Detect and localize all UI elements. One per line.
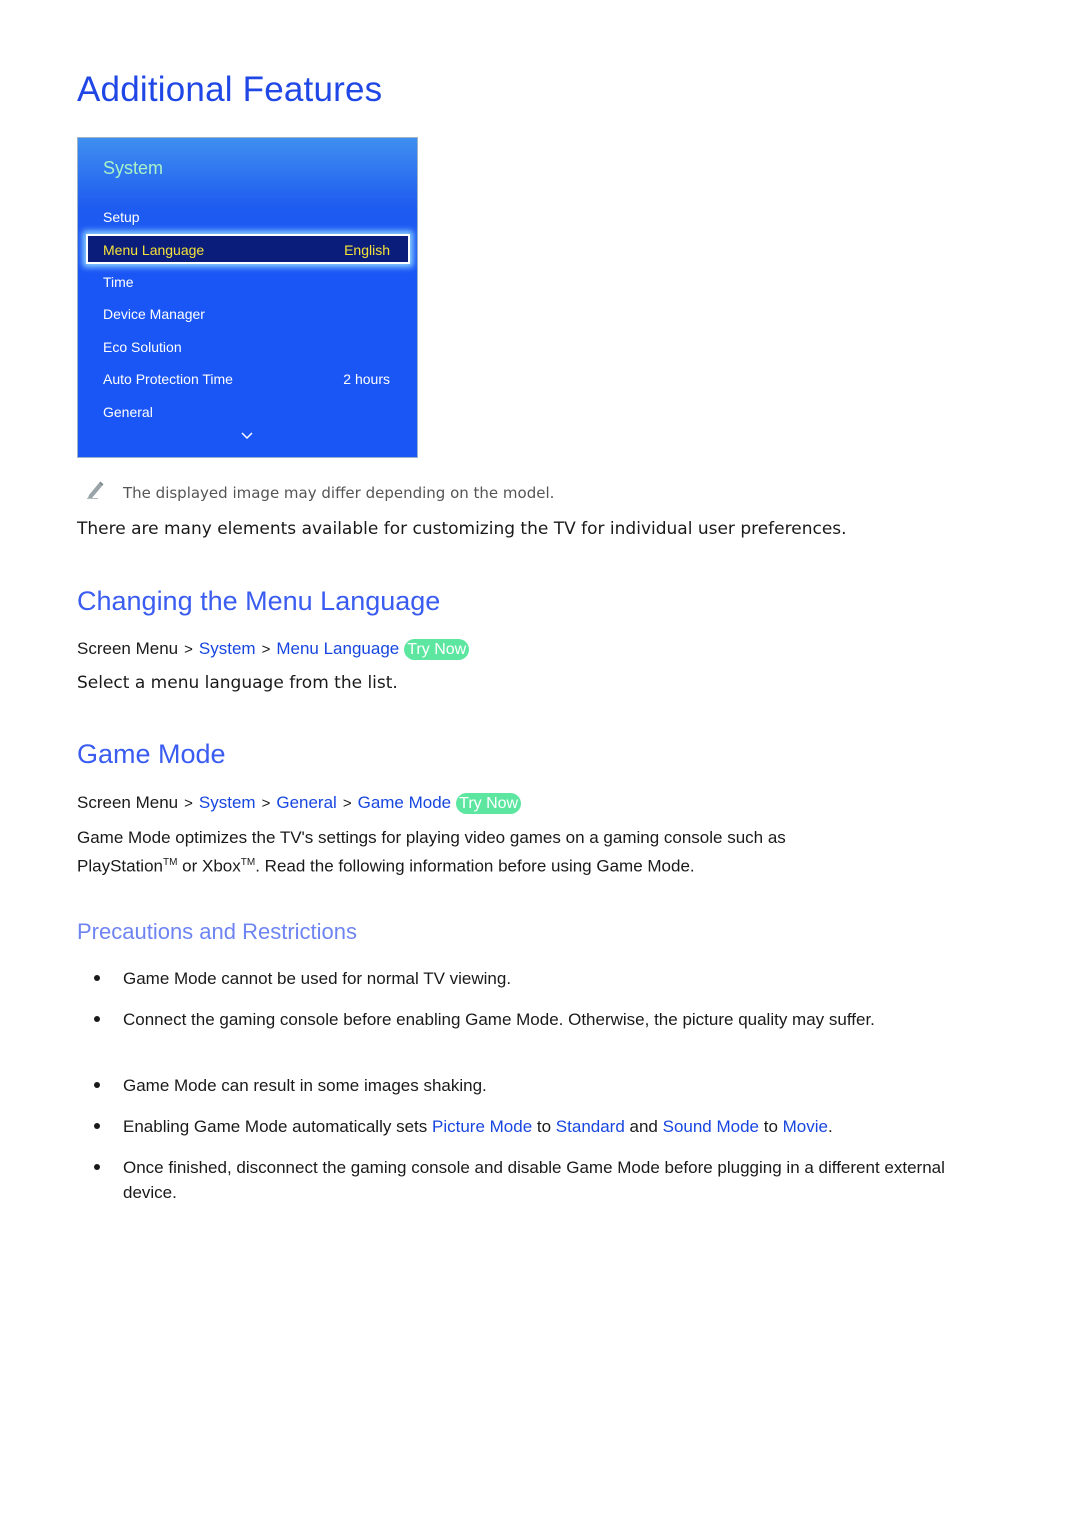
note-text: The displayed image may differ depending…	[123, 484, 555, 502]
breadcrumb-screen-menu: Screen Menu	[77, 793, 179, 812]
bullet-icon	[94, 1123, 100, 1129]
intro-text: There are many elements available for cu…	[77, 519, 847, 539]
menu-item-device-manager[interactable]: Device Manager	[103, 306, 205, 322]
menu-item-auto-protection-time[interactable]: Auto Protection Time	[103, 371, 233, 387]
breadcrumb: Screen Menu > System > Menu Language Try Now	[77, 639, 470, 660]
menu-title: System	[103, 158, 164, 178]
breadcrumb-menu-language[interactable]: Menu Language	[276, 639, 399, 658]
try-now-button[interactable]: Try Now	[404, 639, 470, 660]
menu-item-label: Menu Language	[103, 242, 205, 258]
breadcrumb-screen-menu: Screen Menu	[77, 639, 179, 658]
breadcrumb-system[interactable]: System	[199, 793, 256, 812]
menu-item-value: English	[344, 242, 390, 258]
heading-changing-menu-language: Changing the Menu Language	[77, 586, 441, 616]
link-picture-mode[interactable]: Picture Mode	[432, 1117, 532, 1136]
menu-item-general[interactable]: General	[103, 404, 153, 420]
bullet-icon	[94, 975, 100, 981]
link-standard[interactable]: Standard	[556, 1117, 625, 1136]
game-mode-description: Game Mode optimizes the TV's settings fo…	[77, 825, 977, 879]
bullet-icon	[94, 1016, 100, 1022]
breadcrumb-system[interactable]: System	[199, 639, 256, 658]
menu-item-time[interactable]: Time	[103, 274, 134, 290]
breadcrumb: Screen Menu > System > General > Game Mode Try …	[77, 793, 522, 814]
menu-item-eco-solution[interactable]: Eco Solution	[103, 339, 182, 355]
link-movie[interactable]: Movie	[783, 1117, 828, 1136]
menu-item-value: 2 hours	[343, 371, 390, 387]
bullet-icon	[94, 1164, 100, 1170]
pencil-icon	[87, 481, 104, 499]
heading-precautions: Precautions and Restrictions	[77, 919, 358, 944]
breadcrumb-general[interactable]: General	[276, 793, 336, 812]
tv-system-menu: System Setup Menu Language English Time …	[77, 137, 418, 458]
bullet-icon	[94, 1082, 100, 1088]
chevron-down-icon[interactable]	[240, 429, 254, 443]
heading-game-mode: Game Mode	[77, 739, 226, 769]
menu-item-menu-language[interactable]: Menu Language English	[86, 234, 410, 264]
menu-item-setup[interactable]: Setup	[103, 209, 140, 225]
link-sound-mode[interactable]: Sound Mode	[663, 1117, 759, 1136]
try-now-button[interactable]: Try Now	[456, 793, 522, 814]
breadcrumb-game-mode[interactable]: Game Mode	[358, 793, 452, 812]
page-title: Additional Features	[77, 70, 383, 109]
menu-language-description: Select a menu language from the list.	[77, 673, 398, 693]
description-line: PlayStationTM or XboxTM. Read the follow…	[77, 856, 695, 876]
description-line: Game Mode optimizes the TV's settings fo…	[77, 828, 786, 847]
